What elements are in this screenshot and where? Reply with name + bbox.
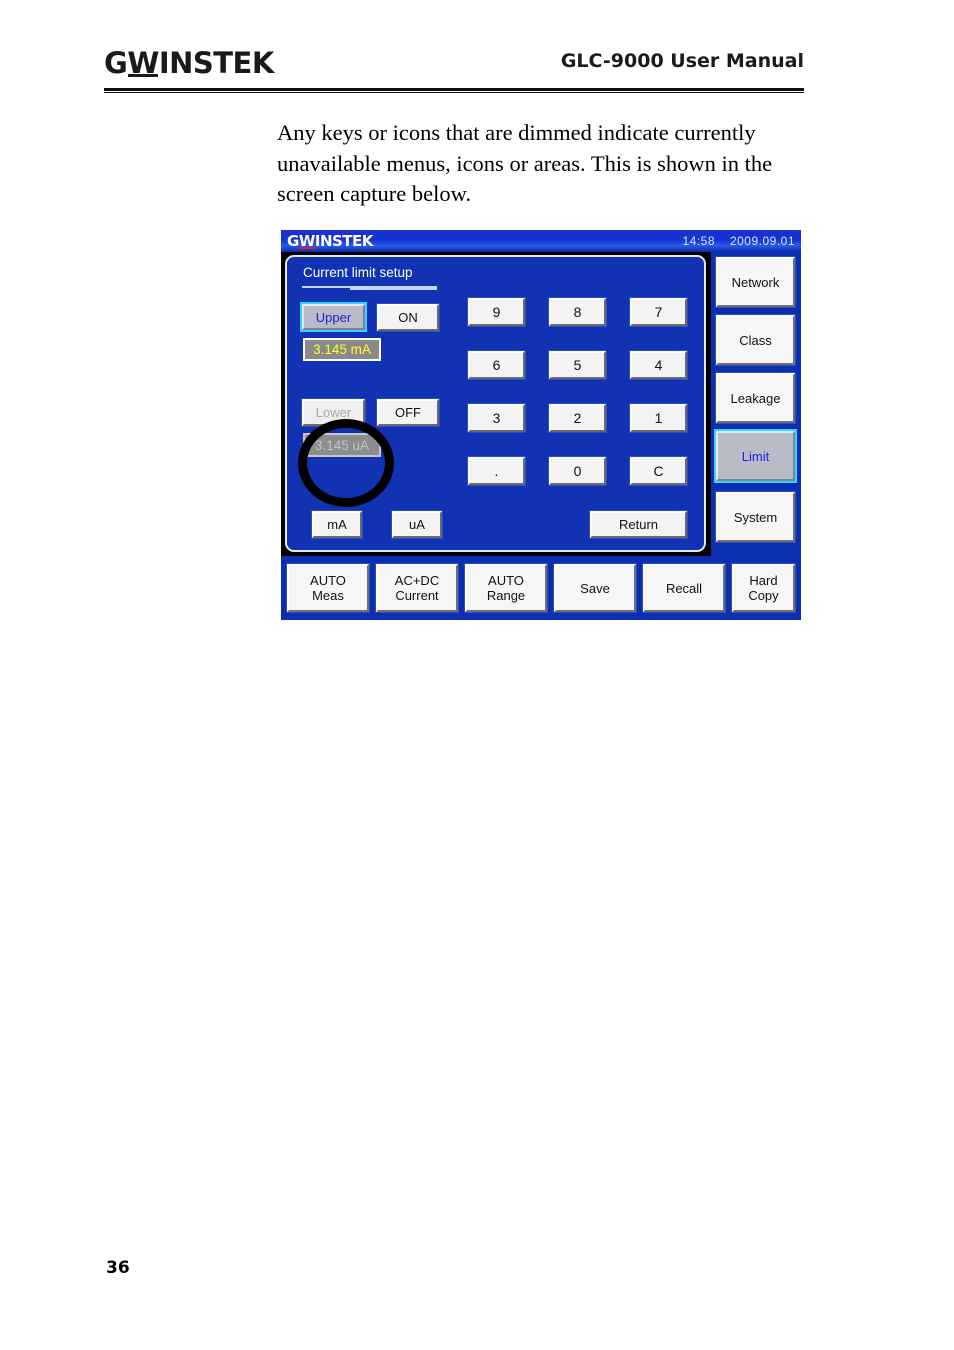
panel-title: Current limit setup <box>303 265 413 280</box>
clock-time: 14:58 <box>682 234 715 248</box>
device-gwinstek-logo: GWINSTEK <box>287 233 373 250</box>
auto-meas-line1: AUTO <box>310 573 346 588</box>
sidebar-item-system[interactable]: System <box>715 491 796 543</box>
sidebar-menu: Network Class Leakage Limit System <box>711 252 801 556</box>
keypad-key-0[interactable]: 0 <box>548 456 607 486</box>
keypad-key-8[interactable]: 8 <box>548 297 607 327</box>
sidebar-item-leakage[interactable]: Leakage <box>715 372 796 424</box>
lower-toggle-button: Lower <box>301 398 366 427</box>
upper-on-button[interactable]: ON <box>376 303 440 332</box>
lower-value-field: 3.145 uA <box>303 433 381 457</box>
keypad-key-1[interactable]: 1 <box>629 403 688 433</box>
device-titlebar: GWINSTEK 14:58 2009.09.01 <box>281 230 801 252</box>
manual-title: GLC-9000 User Manual <box>560 50 804 72</box>
auto-meas-line2: Meas <box>312 588 344 603</box>
save-button[interactable]: Save <box>553 563 637 613</box>
device-logo-pre: G <box>287 232 299 250</box>
sidebar-item-limit[interactable]: Limit <box>714 429 797 483</box>
device-logo-post: INSTEK <box>314 232 374 250</box>
keypad-key-clear[interactable]: C <box>629 456 688 486</box>
upper-value-field[interactable]: 3.145 mA <box>303 338 381 361</box>
keypad-key-4[interactable]: 4 <box>629 350 688 380</box>
bottom-function-bar: AUTO Meas AC+DC Current AUTO Range Save … <box>281 556 801 620</box>
auto-range-line1: AUTO <box>488 573 524 588</box>
unit-ma-button[interactable]: mA <box>311 510 363 539</box>
sidebar-item-network[interactable]: Network <box>715 256 796 308</box>
return-button[interactable]: Return <box>589 510 688 539</box>
keypad-key-6[interactable]: 6 <box>467 350 526 380</box>
hard-copy-line2: Copy <box>748 588 779 603</box>
lower-off-button[interactable]: OFF <box>376 398 440 427</box>
keypad-key-5[interactable]: 5 <box>548 350 607 380</box>
keypad-key-decimal[interactable]: . <box>467 456 526 486</box>
current-limit-panel: Current limit setup Upper ON 3.145 mA Lo… <box>285 255 706 552</box>
clock-date: 2009.09.01 <box>729 234 795 248</box>
keypad-key-9[interactable]: 9 <box>467 297 526 327</box>
auto-range-line2: Range <box>486 588 526 603</box>
auto-meas-button[interactable]: AUTO Meas <box>286 563 370 613</box>
hard-copy-button[interactable]: Hard Copy <box>731 563 796 613</box>
acdc-current-line2: Current <box>395 588 439 603</box>
device-logo-w: W <box>298 232 315 250</box>
logo-text-w: W <box>127 46 159 80</box>
upper-toggle-button[interactable]: Upper <box>300 302 367 332</box>
acdc-current-button[interactable]: AC+DC Current <box>375 563 459 613</box>
panel-title-underline-segment <box>350 288 437 290</box>
keypad-key-7[interactable]: 7 <box>629 297 688 327</box>
body-paragraph: Any keys or icons that are dimmed indica… <box>277 120 773 206</box>
logo-text-post: INSTEK <box>158 46 275 80</box>
device-screen-capture: GWINSTEK 14:58 2009.09.01 Current limit … <box>281 230 801 620</box>
gwinstek-logo: GWINSTEK <box>104 46 274 80</box>
save-line1: Save <box>580 580 610 596</box>
keypad-key-3[interactable]: 3 <box>467 403 526 433</box>
hard-copy-line1: Hard <box>749 573 778 588</box>
recall-button[interactable]: Recall <box>642 563 726 613</box>
page-number: 36 <box>106 1258 130 1278</box>
keypad-key-2[interactable]: 2 <box>548 403 607 433</box>
auto-range-button[interactable]: AUTO Range <box>464 563 548 613</box>
unit-ua-button[interactable]: uA <box>391 510 443 539</box>
recall-line1: Recall <box>665 580 703 596</box>
sidebar-item-class[interactable]: Class <box>715 314 796 366</box>
header-divider <box>104 88 804 93</box>
logo-text-pre: G <box>104 46 128 80</box>
acdc-current-line1: AC+DC <box>394 573 440 588</box>
